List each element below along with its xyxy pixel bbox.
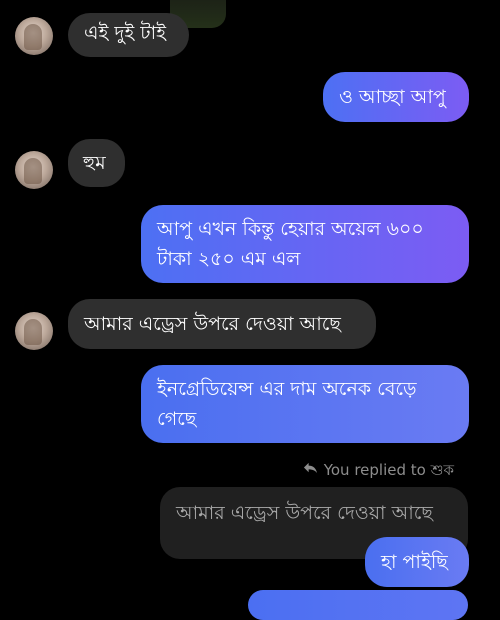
outgoing-message-bubble[interactable]: আপু এখন কিন্তু হেয়ার অয়েল ৬০০ টাকা ২৫০…	[141, 205, 469, 283]
message-thread: এই দুই টাই ও আচ্ছা আপু হুম আপু এখন কিন্ত…	[0, 0, 500, 620]
incoming-message-bubble[interactable]: এই দুই টাই	[68, 13, 189, 57]
incoming-message-bubble[interactable]: হুম	[68, 139, 125, 187]
outgoing-message-bubble-partial[interactable]	[248, 590, 468, 620]
quoted-message-text: আমার এড্রেস উপরে দেওয়া আছে	[176, 502, 433, 524]
reply-context-label: You replied to শুক	[303, 460, 454, 480]
outgoing-message-bubble[interactable]: ইনগ্রেডিয়েন্স এর দাম অনেক বেড়ে গেছে	[141, 365, 469, 443]
contact-avatar[interactable]	[15, 17, 53, 55]
contact-avatar[interactable]	[15, 151, 53, 189]
reply-label-text: You replied to শুক	[323, 461, 454, 479]
message-text: এই দুই টাই	[84, 22, 167, 44]
message-text: হা পাইছি	[381, 551, 448, 573]
message-text: আমার এড্রেস উপরে দেওয়া আছে	[84, 313, 341, 335]
message-text: আপু এখন কিন্তু হেয়ার অয়েল ৬০০ টাকা ২৫০…	[157, 218, 424, 270]
contact-avatar[interactable]	[15, 312, 53, 350]
message-text: ও আচ্ছা আপু	[339, 86, 446, 108]
message-text: ইনগ্রেডিয়েন্স এর দাম অনেক বেড়ে গেছে	[157, 378, 417, 430]
reply-arrow-icon	[303, 460, 318, 480]
outgoing-reply-bubble[interactable]: হা পাইছি	[365, 537, 469, 587]
incoming-message-bubble[interactable]: আমার এড্রেস উপরে দেওয়া আছে	[68, 299, 376, 349]
message-text: হুম	[83, 152, 106, 174]
outgoing-message-bubble[interactable]: ও আচ্ছা আপু	[323, 72, 469, 122]
